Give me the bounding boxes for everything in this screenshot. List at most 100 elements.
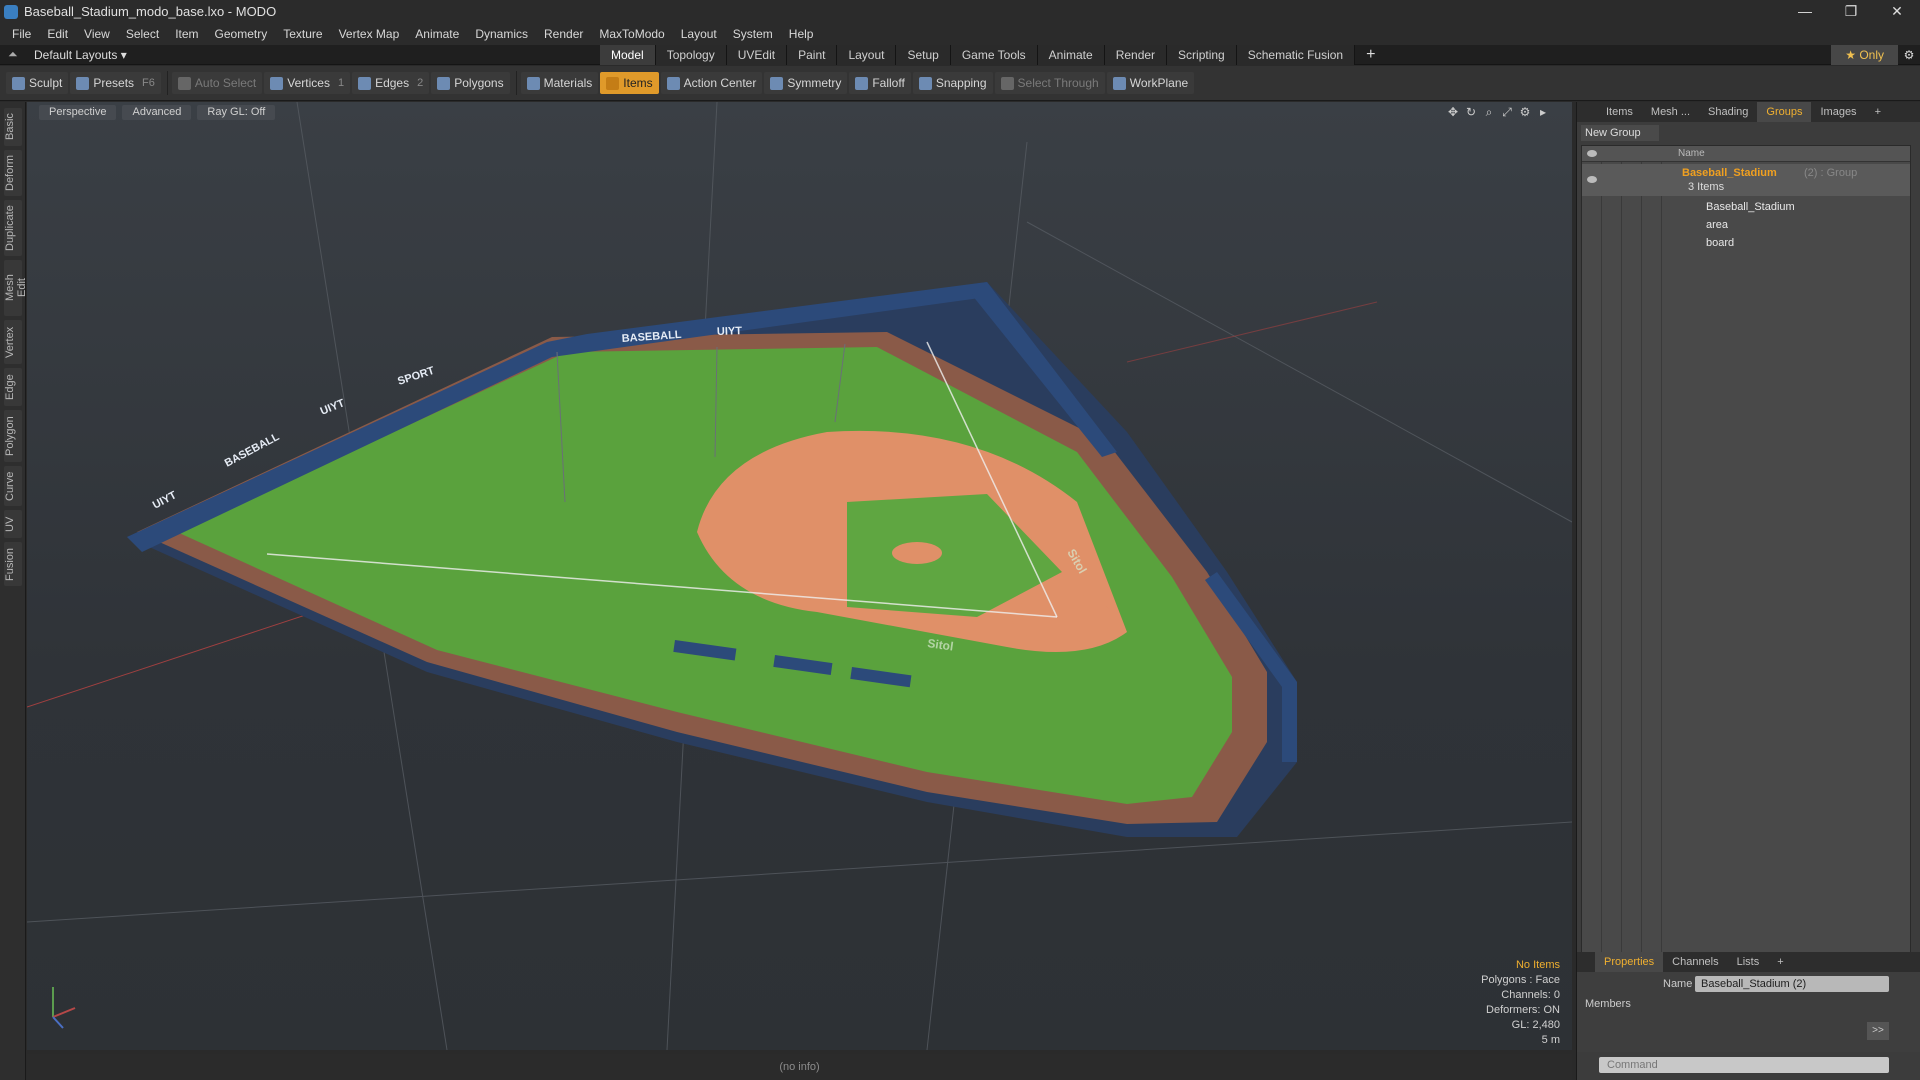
vtab-mesh-edit[interactable]: Mesh Edit bbox=[4, 260, 28, 316]
menu-animate[interactable]: Animate bbox=[407, 27, 467, 41]
tab-model[interactable]: Model bbox=[600, 44, 656, 65]
members-expand-button[interactable]: >> bbox=[1867, 1022, 1889, 1040]
raygl-button[interactable]: Ray GL: Off bbox=[197, 104, 276, 120]
vtab-uv[interactable]: UV bbox=[4, 510, 22, 538]
auto-select-button[interactable]: Auto Select bbox=[171, 72, 263, 94]
falloff-button[interactable]: Falloff bbox=[849, 72, 911, 94]
menu-vertex-map[interactable]: Vertex Map bbox=[331, 27, 408, 41]
perspective-button[interactable]: Perspective bbox=[39, 104, 117, 120]
vtab-polygon[interactable]: Polygon bbox=[4, 410, 22, 462]
new-group-button[interactable]: New Group bbox=[1581, 125, 1659, 141]
menu-help[interactable]: Help bbox=[781, 27, 822, 41]
advanced-button[interactable]: Advanced bbox=[122, 104, 192, 120]
auto-select-label: Auto Select bbox=[194, 76, 257, 90]
tab-groups[interactable]: Groups bbox=[1757, 102, 1812, 122]
tab-render[interactable]: Render bbox=[1104, 44, 1168, 65]
command-input[interactable]: Command bbox=[1599, 1057, 1889, 1073]
workplane-button[interactable]: WorkPlane bbox=[1106, 72, 1195, 94]
tab-mesh[interactable]: Mesh ... bbox=[1642, 102, 1699, 122]
tab-setup[interactable]: Setup bbox=[896, 44, 951, 65]
menu-dynamics[interactable]: Dynamics bbox=[467, 27, 536, 41]
tree-item-area[interactable]: area bbox=[1582, 216, 1910, 234]
presets-button[interactable]: Presets F6 bbox=[70, 72, 161, 94]
tab-channels[interactable]: Channels bbox=[1663, 952, 1727, 972]
name-field[interactable]: Baseball_Stadium (2) bbox=[1695, 976, 1889, 992]
tab-animate[interactable]: Animate bbox=[1037, 44, 1105, 65]
menu-system[interactable]: System bbox=[725, 27, 781, 41]
members-section[interactable]: Members bbox=[1585, 998, 1631, 1010]
menu-render[interactable]: Render bbox=[536, 27, 591, 41]
add-panel-tab-button[interactable]: + bbox=[1866, 102, 1890, 122]
tab-lists[interactable]: Lists bbox=[1728, 952, 1769, 972]
menu-view[interactable]: View bbox=[76, 27, 118, 41]
vtab-edge[interactable]: Edge bbox=[4, 368, 22, 406]
menu-item[interactable]: Item bbox=[167, 27, 206, 41]
wall-text-uiyt-3: UIYT bbox=[717, 325, 743, 338]
polygons-button[interactable]: Polygons bbox=[431, 72, 510, 94]
tab-layout[interactable]: Layout bbox=[837, 44, 897, 65]
menu-maxtomodo[interactable]: MaxToModo bbox=[591, 27, 672, 41]
tree-item-label: board bbox=[1706, 237, 1735, 249]
window-title: Baseball_Stadium_modo_base.lxo - MODO bbox=[24, 4, 277, 19]
snapping-button[interactable]: Snapping bbox=[912, 72, 993, 94]
close-button[interactable]: ✕ bbox=[1874, 3, 1920, 20]
tree-item-label: area bbox=[1706, 219, 1729, 231]
tab-game-tools[interactable]: Game Tools bbox=[950, 44, 1038, 65]
materials-button[interactable]: Materials bbox=[520, 72, 599, 94]
properties-panel: Name Baseball_Stadium (2) Members >> bbox=[1577, 972, 1920, 1052]
select-through-icon bbox=[1000, 76, 1014, 90]
maximize-button[interactable]: ❐ bbox=[1828, 3, 1874, 20]
group-row-baseball-stadium[interactable]: Baseball_Stadium (2) : Group 3 Items bbox=[1582, 164, 1910, 196]
tab-uvedit[interactable]: UVEdit bbox=[726, 44, 788, 65]
tree-item-board[interactable]: board bbox=[1582, 234, 1910, 252]
menu-file[interactable]: File bbox=[4, 27, 39, 41]
tab-images[interactable]: Images bbox=[1811, 102, 1865, 122]
sculpt-button[interactable]: Sculpt bbox=[6, 72, 69, 94]
menu-select[interactable]: Select bbox=[118, 27, 167, 41]
select-through-button[interactable]: Select Through bbox=[994, 72, 1105, 94]
vtab-deform[interactable]: Deform bbox=[4, 150, 22, 196]
tab-items[interactable]: Items bbox=[1597, 102, 1642, 122]
default-layouts-dropdown[interactable]: Default Layouts ▾ bbox=[34, 48, 127, 62]
vtab-fusion[interactable]: Fusion bbox=[4, 542, 22, 586]
menu-geometry[interactable]: Geometry bbox=[207, 27, 276, 41]
layout-tabs: Model Topology UVEdit Paint Layout Setup… bbox=[600, 44, 1386, 65]
menu-edit[interactable]: Edit bbox=[39, 27, 76, 41]
vtab-curve[interactable]: Curve bbox=[4, 466, 22, 506]
edges-button[interactable]: Edges 2 bbox=[352, 72, 430, 94]
axis-gizmo-icon bbox=[52, 987, 76, 1029]
tab-paint[interactable]: Paint bbox=[787, 44, 838, 65]
vtab-duplicate[interactable]: Duplicate bbox=[4, 200, 22, 256]
rotate-view-icon[interactable]: ↻ bbox=[1462, 105, 1480, 120]
tree-item-baseball-stadium[interactable]: Baseball_Stadium bbox=[1582, 198, 1910, 216]
move-view-icon[interactable]: ✥ bbox=[1444, 105, 1462, 120]
symmetry-button[interactable]: Symmetry bbox=[764, 72, 848, 94]
tab-scripting[interactable]: Scripting bbox=[1167, 44, 1237, 65]
action-center-button[interactable]: Action Center bbox=[660, 72, 763, 94]
items-button[interactable]: Items bbox=[600, 72, 659, 94]
only-toggle[interactable]: ★ Only bbox=[1831, 44, 1898, 65]
command-bar: Command bbox=[1581, 1054, 1915, 1076]
layouts-collapse-icon[interactable]: ⏶ bbox=[8, 47, 20, 62]
tab-topology[interactable]: Topology bbox=[655, 44, 727, 65]
vtab-basic[interactable]: Basic bbox=[4, 108, 22, 146]
vertices-button[interactable]: Vertices 1 bbox=[264, 72, 351, 94]
tab-properties[interactable]: Properties bbox=[1595, 952, 1664, 972]
zoom-icon[interactable]: ⌕ bbox=[1480, 105, 1498, 120]
sculpt-label: Sculpt bbox=[29, 76, 63, 90]
tab-shading[interactable]: Shading bbox=[1699, 102, 1757, 122]
add-tab-button[interactable]: + bbox=[1355, 45, 1386, 65]
viewport-menu-icon[interactable]: ▸ bbox=[1534, 105, 1552, 120]
vtab-vertex[interactable]: Vertex bbox=[4, 320, 22, 364]
viewport-settings-icon[interactable]: ⚙ bbox=[1516, 105, 1534, 120]
stat-deformers: Deformers: ON bbox=[1486, 1004, 1560, 1016]
menu-texture[interactable]: Texture bbox=[275, 27, 330, 41]
menu-layout[interactable]: Layout bbox=[673, 27, 725, 41]
fit-view-icon[interactable]: ⤢ bbox=[1498, 105, 1516, 120]
3d-viewport[interactable]: UIYT BASEBALL UIYT SPORT BASEBALL UIYT S… bbox=[27, 102, 1572, 1050]
add-properties-tab-button[interactable]: + bbox=[1768, 952, 1792, 972]
gear-icon[interactable]: ⚙ bbox=[1898, 48, 1920, 62]
minimize-button[interactable]: — bbox=[1782, 3, 1828, 20]
tab-schematic-fusion[interactable]: Schematic Fusion bbox=[1236, 44, 1356, 65]
eye-icon[interactable] bbox=[1587, 176, 1597, 183]
